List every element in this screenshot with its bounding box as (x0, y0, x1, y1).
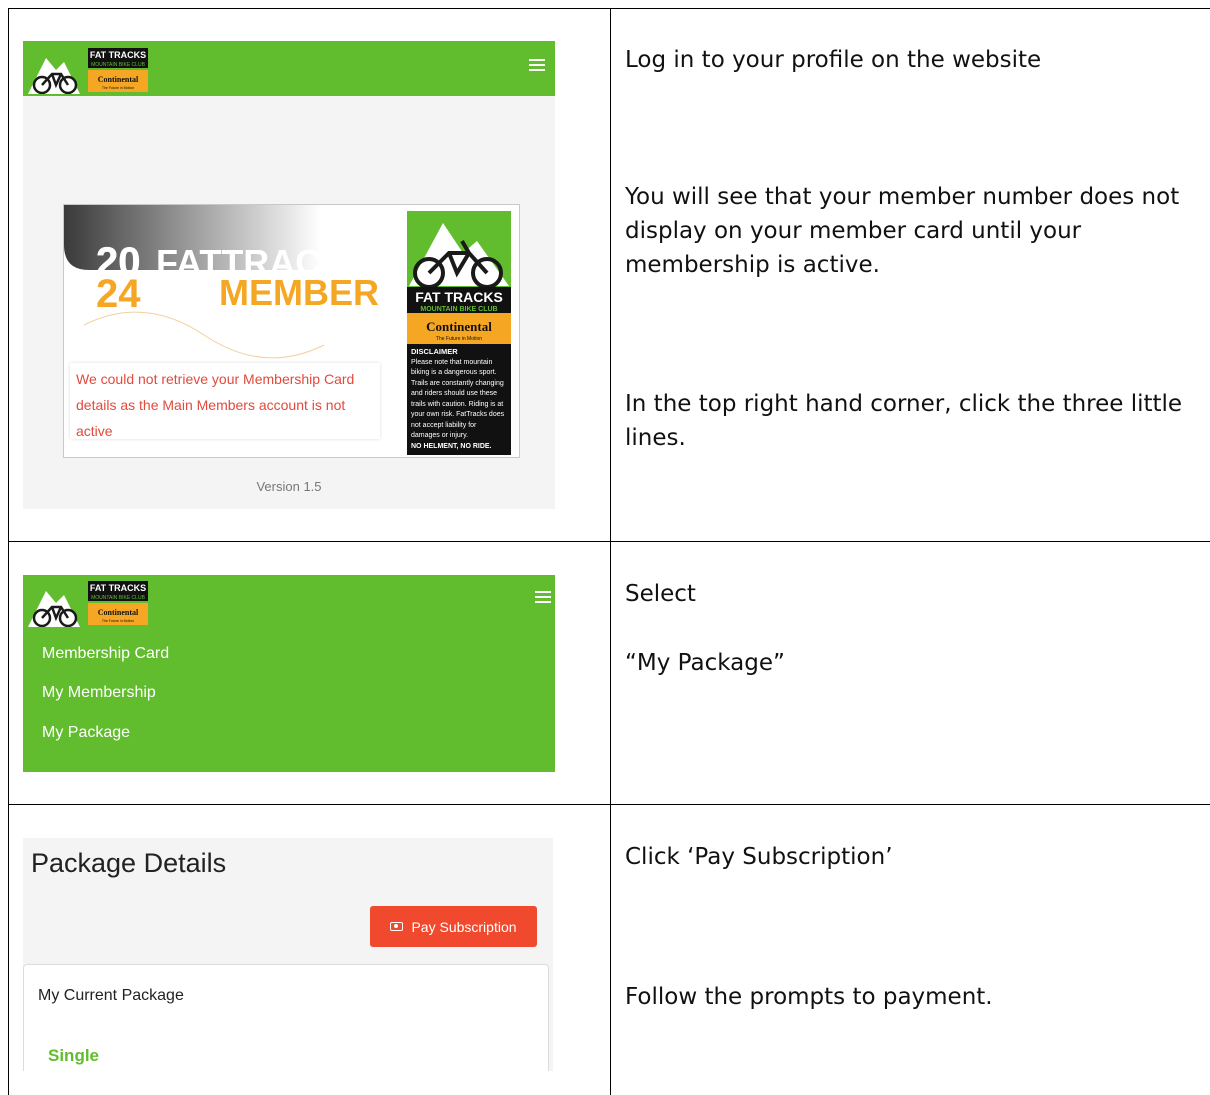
svg-text:FAT TRACKS: FAT TRACKS (90, 50, 146, 60)
table-row-divider (8, 804, 1210, 805)
step1-instruction-login: Log in to your profile on the website (625, 47, 1042, 73)
table-border-left (8, 8, 9, 1095)
disclaimer-title: DISCLAIMER (411, 347, 458, 356)
step3-instruction-follow-prompts: Follow the prompts to payment. (625, 984, 993, 1010)
svg-text:Continental: Continental (98, 608, 139, 617)
pay-subscription-button[interactable]: Pay Subscription (370, 906, 537, 947)
pay-subscription-label: Pay Subscription (411, 918, 517, 935)
mountain-bike-badge: FAT TRACKS MOUNTAIN BIKE CLUB Continenta… (407, 211, 511, 344)
svg-text:FAT TRACKS: FAT TRACKS (415, 289, 503, 305)
page-title: Package Details (31, 848, 227, 878)
disclaimer-footer: NO HELMENT, NO RIDE. (411, 442, 492, 450)
card-disclaimer: DISCLAIMER Please note that mountain bik… (407, 344, 511, 455)
step2-instruction-my-package: “My Package” (625, 650, 785, 676)
membership-error-message: We could not retrieve your Membership Ca… (76, 371, 355, 439)
svg-text:MOUNTAIN BIKE CLUB: MOUNTAIN BIKE CLUB (91, 62, 145, 68)
fattracks-logo: FAT TRACKS MOUNTAIN BIKE CLUB Continenta… (28, 577, 150, 627)
step3-instruction-click-pay: Click ‘Pay Subscription’ (625, 844, 893, 870)
card-year-bottom: 24 (96, 272, 141, 316)
membership-card: 20 24 FATTRACKS MEMBER FAT TRACKS MOUNTA… (63, 204, 520, 458)
card-member-label: MEMBER (219, 272, 379, 313)
svg-text:The Future in Motion: The Future in Motion (102, 86, 134, 90)
svg-text:Continental: Continental (426, 319, 492, 334)
screenshot-membership-card: FAT TRACKS MOUNTAIN BIKE CLUB Continenta… (23, 41, 555, 509)
current-package-title: My Current Package (38, 987, 184, 1004)
cash-icon (390, 922, 404, 931)
card-side-panel: FAT TRACKS MOUNTAIN BIKE CLUB Continenta… (407, 211, 511, 455)
step1-instruction-menu: In the top right hand corner, click the … (625, 391, 1183, 451)
table-border-top (8, 8, 1210, 9)
hamburger-menu-icon[interactable] (535, 591, 551, 605)
step1-instruction-member-number: You will see that your member number doe… (625, 184, 1180, 278)
table-row-divider (8, 541, 1210, 542)
nav-item-my-package[interactable]: My Package (42, 724, 130, 742)
current-package-card: My Current Package Single (23, 964, 549, 1071)
svg-text:Continental: Continental (98, 75, 139, 84)
svg-text:FAT TRACKS: FAT TRACKS (90, 583, 146, 593)
disclaimer-body: Please note that mountain biking is a da… (411, 358, 505, 440)
step2-instruction-select: Select (625, 581, 696, 607)
svg-text:The Future in Motion: The Future in Motion (436, 336, 482, 342)
screenshot-nav-menu: FAT TRACKS MOUNTAIN BIKE CLUB Continenta… (23, 575, 555, 772)
table-column-divider (610, 8, 611, 1095)
screenshot-package-details: Package Details Pay Subscription My Curr… (23, 838, 553, 1071)
svg-text:The Future in Motion: The Future in Motion (102, 619, 134, 623)
fattracks-logo: FAT TRACKS MOUNTAIN BIKE CLUB Continenta… (28, 44, 150, 94)
svg-text:MOUNTAIN BIKE CLUB: MOUNTAIN BIKE CLUB (91, 595, 145, 601)
hamburger-menu-icon[interactable] (529, 59, 545, 73)
nav-item-membership-card[interactable]: Membership Card (42, 645, 169, 663)
top-nav-bar: FAT TRACKS MOUNTAIN BIKE CLUB Continenta… (23, 41, 555, 96)
svg-text:MOUNTAIN BIKE CLUB: MOUNTAIN BIKE CLUB (420, 306, 497, 313)
membership-error-box: We could not retrieve your Membership Ca… (70, 363, 380, 439)
app-version: Version 1.5 (256, 479, 322, 494)
nav-item-my-membership[interactable]: My Membership (42, 684, 156, 702)
current-package-name: Single (48, 1046, 100, 1065)
